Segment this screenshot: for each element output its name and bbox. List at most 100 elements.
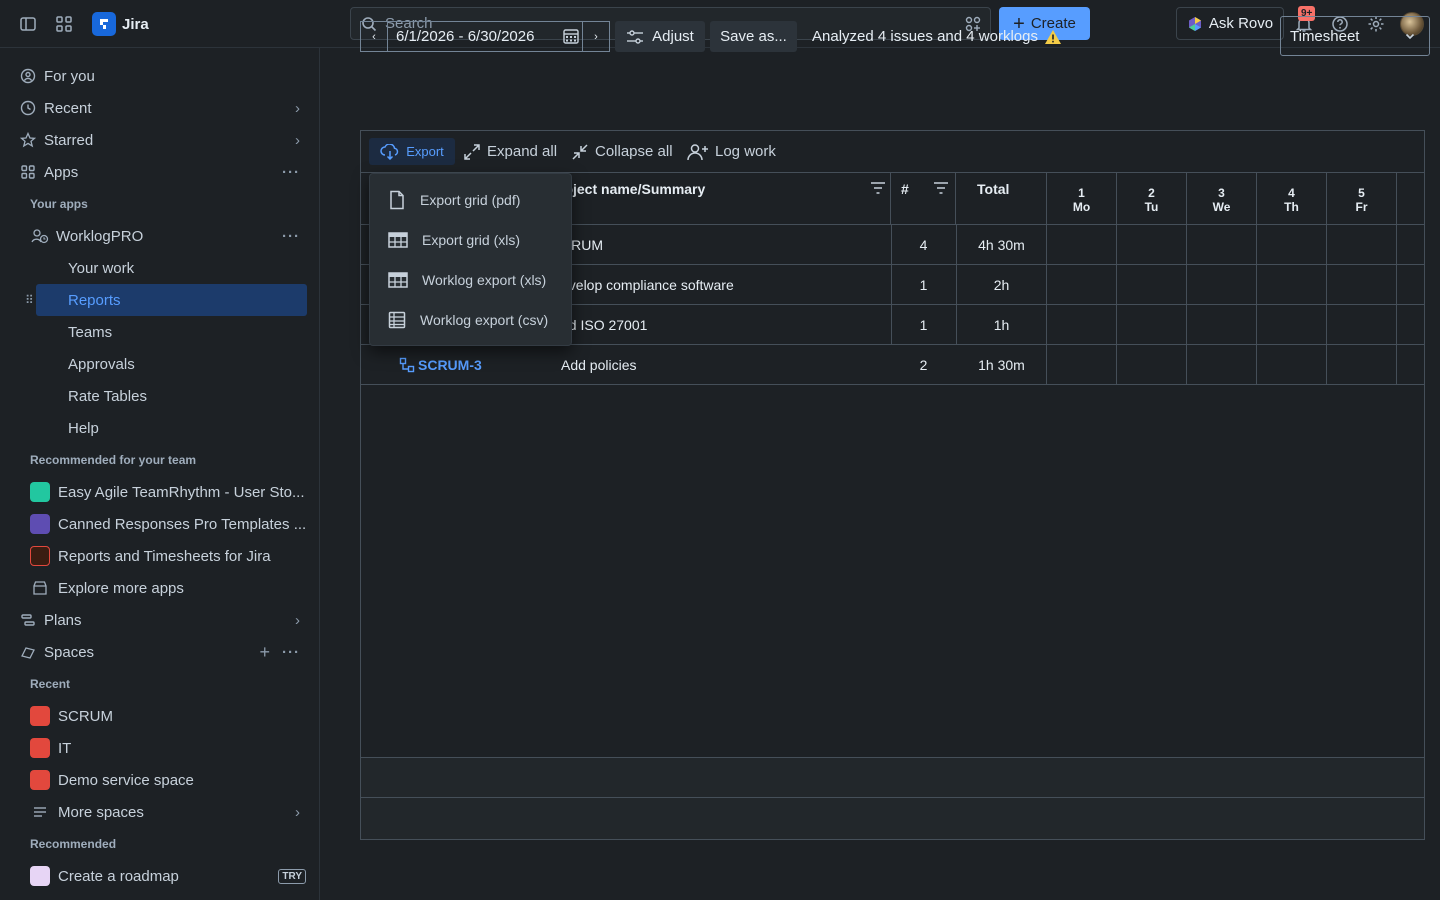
date-range-field[interactable]: 6/1/2026 - 6/30/2026 — [388, 21, 582, 52]
menu-item-export-grid-pdf[interactable]: Export grid (pdf) — [370, 180, 573, 220]
day-of-week: Th — [1284, 200, 1299, 214]
sidebar-item-canned-responses[interactable]: Canned Responses Pro Templates ... — [18, 508, 310, 540]
warning-icon[interactable] — [1044, 29, 1062, 45]
spaces-icon — [16, 640, 40, 664]
more-options-icon[interactable]: ··· — [282, 644, 300, 661]
rovo-label: Ask Rovo — [1208, 15, 1274, 32]
filter-icon[interactable] — [870, 181, 886, 195]
chevron-right-icon[interactable]: › — [295, 612, 300, 629]
jira-logo[interactable]: Jira — [92, 12, 149, 36]
add-space-icon[interactable]: + — [259, 642, 270, 663]
sidebar-label: Canned Responses Pro Templates ... — [58, 515, 307, 533]
calendar-icon[interactable] — [562, 27, 580, 45]
grid-footer — [361, 798, 1424, 839]
collapse-icon — [572, 143, 588, 160]
sidebar-item-for-you[interactable]: For you — [16, 60, 308, 92]
row-total: 4h 30m — [978, 236, 1025, 253]
sidebar-item-it[interactable]: IT — [18, 732, 310, 764]
sidebar-item-rate-tables[interactable]: Rate Tables — [36, 380, 307, 412]
sidebar-item-starred[interactable]: Starred › — [16, 124, 308, 156]
column-header-day-5[interactable]: 5 Fr — [1327, 173, 1397, 225]
sidebar-item-reports-timesheets[interactable]: Reports and Timesheets for Jira — [18, 540, 310, 572]
chevron-right-icon[interactable]: › — [295, 804, 300, 821]
chevron-right-icon: › — [594, 30, 598, 43]
app-switcher-icon[interactable] — [52, 12, 76, 36]
view-select[interactable]: Timesheet — [1280, 16, 1430, 56]
sidebar-item-scrum[interactable]: SCRUM — [18, 700, 310, 732]
menu-item-label: Worklog export (xls) — [422, 272, 547, 288]
save-as-button[interactable]: Save as... — [710, 21, 797, 52]
rovo-icon — [1188, 16, 1201, 31]
sidebar-item-apps[interactable]: Apps ··· — [16, 156, 308, 188]
list-icon — [28, 800, 52, 824]
day-of-week: Tu — [1144, 200, 1159, 214]
sidebar-item-help[interactable]: Help — [36, 412, 307, 444]
chevron-right-icon[interactable]: › — [295, 100, 300, 117]
next-period-button[interactable]: › — [582, 21, 610, 52]
sidebar-item-create-roadmap[interactable]: Create a roadmap TRY — [18, 860, 310, 892]
reports-timesheets-logo-icon — [30, 546, 50, 566]
day-number: 2 — [1148, 186, 1155, 200]
sidebar-item-demo-service[interactable]: Demo service space — [18, 764, 310, 796]
sidebar-item-your-work[interactable]: Your work — [36, 252, 307, 284]
expand-all-button[interactable]: Expand all — [463, 138, 557, 165]
adjust-button[interactable]: Adjust — [615, 21, 705, 52]
sidebar-item-plans[interactable]: Plans › — [16, 604, 308, 636]
row-total: 1h 30m — [978, 356, 1025, 373]
sidebar-item-easy-agile[interactable]: Easy Agile TeamRhythm - User Sto... — [18, 476, 310, 508]
issue-link[interactable]: SCRUM-3 — [399, 345, 482, 384]
day-number: 3 — [1218, 186, 1225, 200]
column-header-day-1[interactable]: 1 Mo — [1047, 173, 1117, 225]
recent-spaces-heading: Recent — [30, 677, 71, 691]
table-row[interactable]: SCRUM-3 Add policies 2 1h 30m — [361, 345, 1424, 385]
column-header-summary[interactable]: roject name/Summary — [551, 173, 891, 225]
day-number: 5 — [1358, 186, 1365, 200]
sidebar-item-approvals[interactable]: Approvals — [36, 348, 307, 380]
collapse-all-button[interactable]: Collapse all — [571, 138, 673, 165]
sidebar-item-worklogpro[interactable]: WorklogPRO ··· — [28, 220, 308, 252]
ask-rovo-button[interactable]: Ask Rovo — [1176, 7, 1284, 40]
column-header-count[interactable]: # — [891, 173, 956, 225]
sidebar-toggle-icon[interactable] — [16, 12, 40, 36]
chevron-right-icon[interactable]: › — [295, 132, 300, 149]
previous-period-button[interactable]: ‹ — [360, 21, 388, 52]
sidebar-item-explore-apps[interactable]: Explore more apps — [18, 572, 310, 604]
sidebar-item-spaces[interactable]: Spaces + ··· — [16, 636, 308, 668]
adjust-label: Adjust — [652, 28, 694, 45]
menu-item-worklog-export-csv[interactable]: Worklog export (csv) — [370, 300, 573, 340]
sidebar-label: SCRUM — [58, 707, 113, 725]
column-header-label: # — [901, 181, 909, 197]
export-button[interactable]: Export — [369, 138, 455, 165]
column-header-day-2[interactable]: 2 Tu — [1117, 173, 1187, 225]
sidebar-label: WorklogPRO — [56, 227, 144, 245]
chevron-left-icon: ‹ — [372, 30, 376, 43]
more-options-icon[interactable]: ··· — [282, 228, 300, 245]
drag-handle-icon[interactable]: ⠿ — [25, 293, 34, 307]
sidebar-label: Reports and Timesheets for Jira — [58, 547, 271, 565]
sidebar-item-reports[interactable]: Reports — [36, 284, 307, 316]
row-count: 1 — [919, 316, 928, 333]
menu-item-worklog-export-xls[interactable]: Worklog export (xls) — [370, 260, 573, 300]
filter-icon[interactable] — [933, 181, 949, 195]
export-label: Export — [406, 144, 444, 159]
more-options-icon[interactable]: ··· — [282, 164, 300, 181]
row-summary: dd ISO 27001 — [561, 316, 648, 333]
column-header-day-3[interactable]: 3 We — [1187, 173, 1257, 225]
apps-icon — [16, 160, 40, 184]
column-header-total[interactable]: Total — [956, 173, 1047, 225]
column-header-label: Total — [977, 181, 1010, 197]
store-icon — [28, 576, 52, 600]
csv-file-icon — [388, 311, 406, 329]
row-total: 1h — [993, 316, 1010, 333]
sidebar-item-teams[interactable]: Teams — [36, 316, 307, 348]
log-work-button[interactable]: Log work — [687, 138, 776, 165]
row-summary: Add policies — [561, 356, 637, 373]
menu-item-export-grid-xls[interactable]: Export grid (xls) — [370, 220, 573, 260]
grid-toolbar: Export Expand all Collapse all Log work — [361, 131, 1424, 173]
column-header-day-4[interactable]: 4 Th — [1257, 173, 1327, 225]
menu-item-label: Export grid (pdf) — [420, 192, 521, 208]
star-icon — [16, 128, 40, 152]
sidebar-item-more-spaces[interactable]: More spaces › — [18, 796, 310, 828]
sidebar-item-recent[interactable]: Recent › — [16, 92, 308, 124]
row-summary: evelop compliance software — [561, 276, 734, 293]
